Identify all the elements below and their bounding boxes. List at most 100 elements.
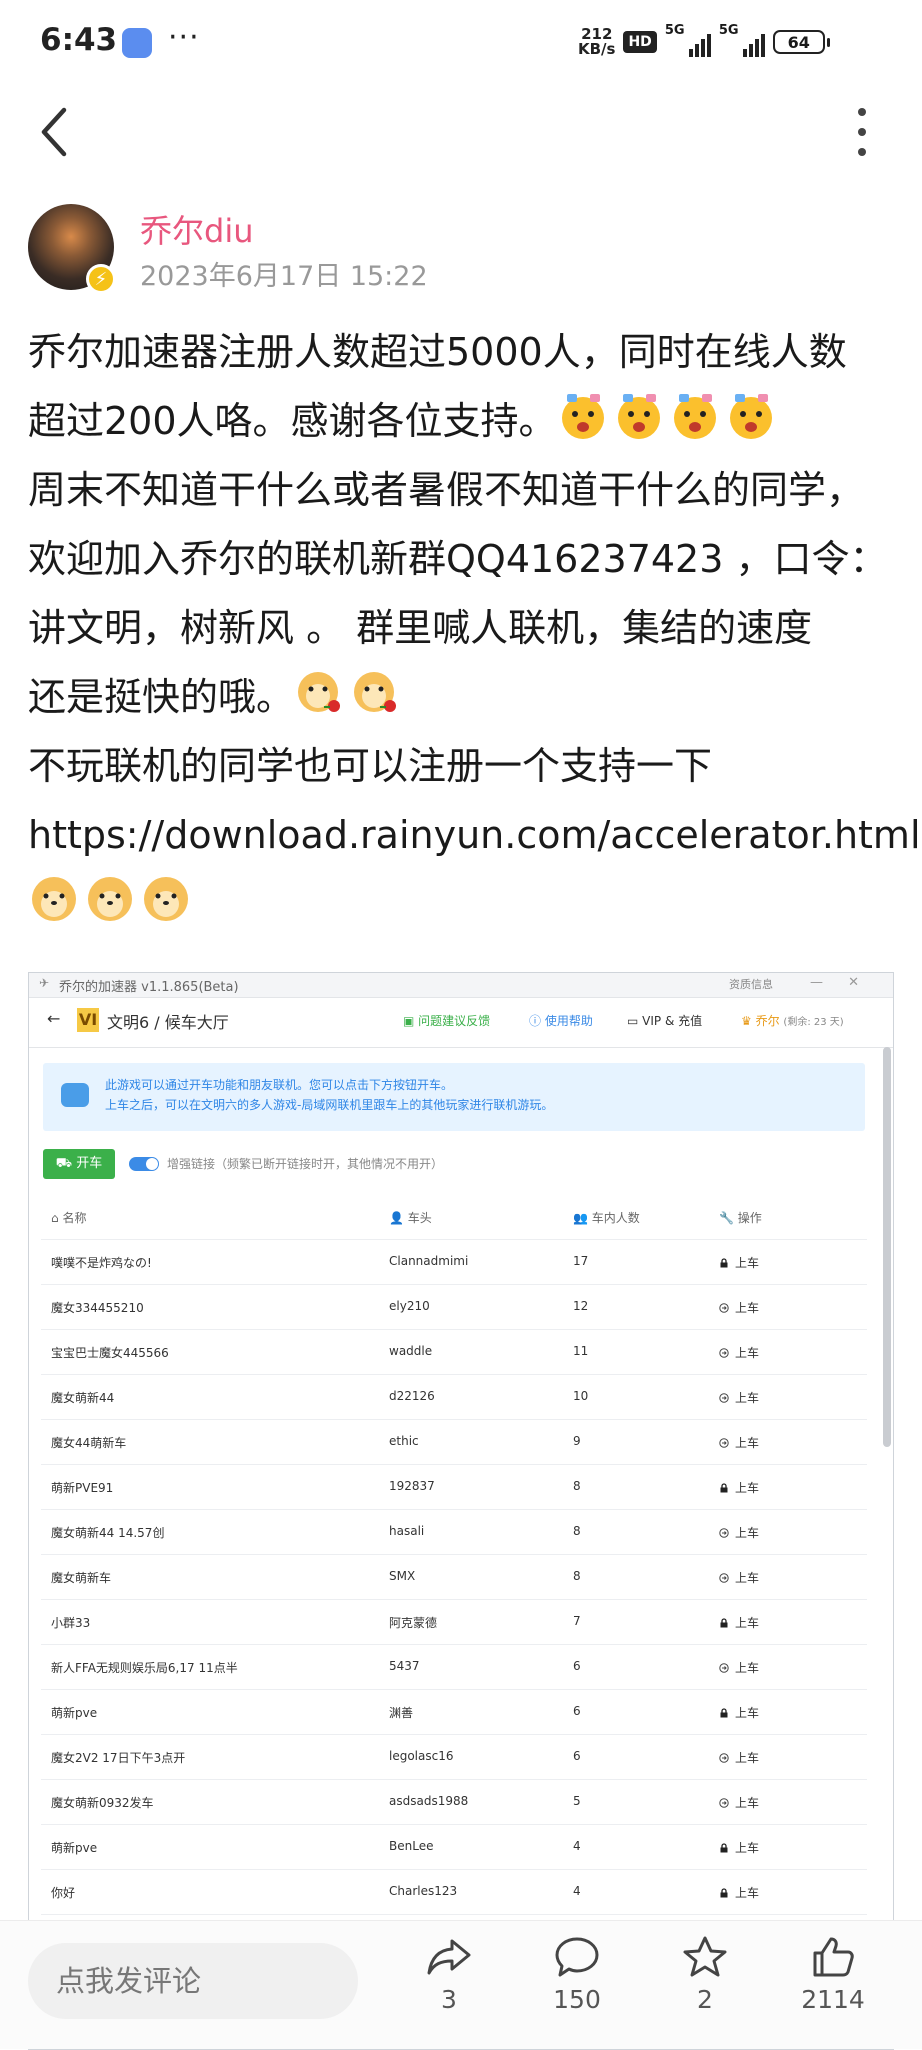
room-name: 魔女萌新44 (51, 1391, 115, 1405)
vip-link[interactable]: ▭ VIP & 充值 (627, 1012, 702, 1029)
room-driver: waddle (389, 1344, 433, 1358)
post-line: 讲文明，树新风 。 群里喊人联机，集结的速度 (28, 606, 813, 650)
board-button[interactable]: 上车 (719, 1299, 759, 1316)
room-count: 8 (573, 1479, 581, 1493)
help-link[interactable]: ⓘ 使用帮助 (529, 1012, 593, 1029)
crying-emoji-icon (729, 394, 772, 439)
app-logo-icon: ✈ (39, 976, 50, 990)
room-count: 8 (573, 1569, 581, 1583)
table-row: 魔女萌新车 SMX 8 上车 (41, 1555, 867, 1600)
qualification-info[interactable]: 资质信息 (729, 976, 773, 992)
room-driver: ethic (389, 1434, 419, 1448)
user-menu[interactable]: ♛ 乔尔 (剩余: 23 天) (741, 1012, 844, 1029)
open-car-button[interactable]: ⛟ 开车 (43, 1149, 115, 1179)
hd-icon: HD (623, 31, 657, 53)
board-button[interactable]: 上车 (719, 1254, 759, 1271)
more-options-button[interactable] (850, 108, 874, 156)
signal-icon: 5G (665, 23, 711, 57)
room-count: 17 (573, 1254, 589, 1268)
emoji-group-dog (28, 870, 898, 939)
board-button[interactable]: 上车 (719, 1479, 759, 1496)
author-name[interactable]: 乔尔diu (140, 206, 254, 252)
board-button[interactable]: 上车 (719, 1749, 759, 1766)
room-driver: Charles123 (389, 1884, 458, 1898)
bottom-action-bar: 3 150 2 2114 (0, 1920, 922, 2049)
app-nav: ← VI 文明6 / 候车大厅 ▣ 问题建议反馈 ⓘ 使用帮助 ▭ VIP & … (29, 997, 893, 1048)
board-button[interactable]: 上车 (719, 1659, 759, 1676)
favorite-button[interactable]: 2 (660, 1935, 750, 2014)
comment-input[interactable] (28, 1943, 358, 2019)
board-button[interactable]: 上车 (719, 1614, 759, 1631)
scrollbar[interactable] (883, 1047, 891, 1447)
attached-screenshot[interactable]: ✈ 乔尔的加速器 v1.1.865(Beta) 资质信息 — ✕ ← VI 文明… (28, 972, 894, 2050)
dog-emoji-icon (88, 877, 132, 921)
like-button[interactable]: 2114 (788, 1935, 878, 2014)
room-count: 8 (573, 1524, 581, 1538)
board-button[interactable]: 上车 (719, 1524, 759, 1541)
room-count: 4 (573, 1839, 581, 1853)
enhanced-link-toggle[interactable] (129, 1157, 159, 1171)
board-button[interactable]: 上车 (719, 1704, 759, 1721)
help-icon: ⓘ (529, 1014, 545, 1028)
room-count: 6 (573, 1749, 581, 1763)
star-icon (683, 1936, 727, 1977)
room-driver: 阿克蒙德 (389, 1616, 438, 1630)
battery-icon: 64 (772, 30, 830, 54)
board-button[interactable]: 上车 (719, 1839, 759, 1856)
crown-icon: ♛ (741, 1014, 756, 1028)
board-button[interactable]: 上车 (719, 1344, 759, 1361)
room-driver: 5437 (389, 1659, 420, 1673)
status-indicators: 212 KB/s HD 5G 5G 64 (578, 22, 830, 62)
dog-rose-emoji-icon (298, 672, 341, 712)
close-icon[interactable]: ✕ (848, 975, 859, 990)
room-driver: hasali (389, 1524, 425, 1538)
post-line: 不玩联机的同学也可以注册一个支持一下 (28, 744, 713, 788)
post-link[interactable]: https://download.rainyun.com/accelerator… (28, 801, 921, 870)
table-row: 噗噗不是炸鸡なの! Clannadmimi 17 上车 (41, 1240, 867, 1285)
enter-icon (719, 1438, 729, 1448)
back-button[interactable] (36, 104, 76, 160)
dog-emoji-icon (144, 877, 188, 921)
signal-icon-2: 5G (719, 23, 765, 57)
home-icon: ⌂ 名称 (51, 1211, 87, 1225)
room-driver: asdsads1988 (389, 1794, 469, 1808)
room-count: 9 (573, 1434, 581, 1448)
room-count: 10 (573, 1389, 589, 1403)
minimize-icon[interactable]: — (810, 975, 823, 990)
table-row: 魔女334455210 ely210 12 上车 (41, 1285, 867, 1330)
table-row: 魔女萌新44 d22126 10 上车 (41, 1375, 867, 1420)
back-arrow-icon[interactable]: ← (47, 1009, 60, 1028)
room-name: 魔女萌新车 (51, 1571, 112, 1585)
room-name: 魔女334455210 (51, 1301, 144, 1315)
dog-emoji-icon (32, 877, 76, 921)
room-driver: d22126 (389, 1389, 435, 1403)
share-button[interactable]: 3 (404, 1935, 494, 2014)
board-button[interactable]: 上车 (719, 1569, 759, 1586)
board-button[interactable]: 上车 (719, 1434, 759, 1451)
board-button[interactable]: 上车 (719, 1389, 759, 1406)
room-driver: Clannadmimi (389, 1254, 469, 1268)
lobby-table: ⌂ 名称 👤 车头 👥 车内人数 🔧 操作 噗噗不是炸鸡なの! Clannadmi… (41, 1195, 867, 1960)
room-count: 7 (573, 1614, 581, 1628)
room-name: 魔女2V2 17日下午3点开 (51, 1751, 186, 1765)
feedback-link[interactable]: ▣ 问题建议反馈 (403, 1012, 490, 1029)
app-notification-icon (122, 28, 152, 58)
crying-emoji-icon (673, 394, 716, 439)
status-time: 6:43 (40, 22, 118, 58)
room-name: 你好 (51, 1886, 76, 1900)
app-title: 乔尔的加速器 v1.1.865(Beta) (59, 980, 239, 995)
enter-icon (719, 1303, 729, 1313)
post-line: 周末不知道干什么或者暑假不知道干什么的同学， (28, 468, 865, 512)
comment-icon (555, 1937, 599, 1977)
lock-icon (720, 1483, 728, 1493)
comment-button[interactable]: 150 (532, 1935, 622, 2014)
lock-icon (720, 1843, 728, 1853)
lock-icon (720, 1888, 728, 1898)
post-body: 乔尔加速器注册人数超过5000人，同时在线人数 超过200人咯。感谢各位支持。 … (28, 318, 921, 939)
room-name: 萌新pve (51, 1706, 98, 1720)
board-button[interactable]: 上车 (719, 1794, 759, 1811)
room-name: 魔女萌新0932发车 (51, 1796, 154, 1810)
board-button[interactable]: 上车 (719, 1884, 759, 1901)
table-row: 魔女44萌新车 ethic 9 上车 (41, 1420, 867, 1465)
table-row: 宝宝巴士魔女445566 waddle 11 上车 (41, 1330, 867, 1375)
